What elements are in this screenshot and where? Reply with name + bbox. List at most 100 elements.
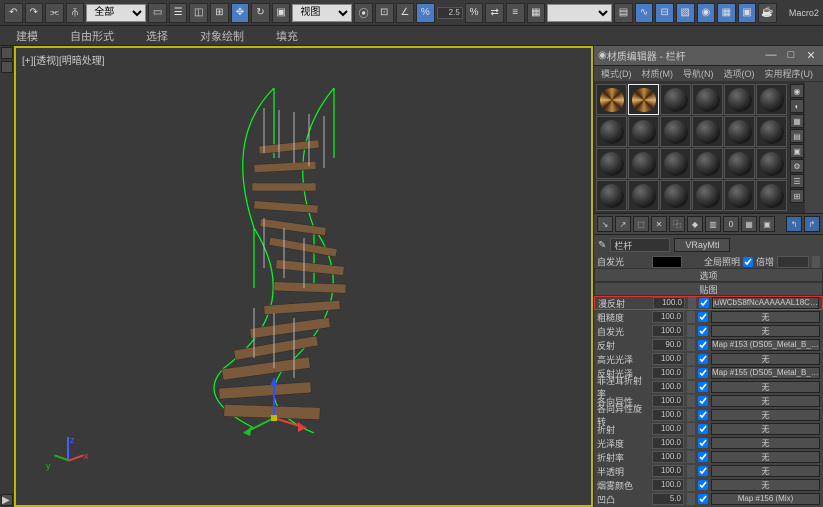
show-map-icon[interactable]: ▦ <box>741 216 757 232</box>
align-button[interactable]: ≡ <box>506 3 525 23</box>
param-map-button[interactable]: 无 <box>711 451 820 463</box>
param-value[interactable]: 5.0 <box>652 493 684 505</box>
sample-slot[interactable] <box>756 84 787 115</box>
window-button[interactable]: ⊞ <box>210 3 229 23</box>
param-map-button[interactable]: juWCbS8fNcAAAAAAL18Cs065.jpg) <box>712 297 819 309</box>
param-value[interactable]: 100.0 <box>652 423 684 435</box>
sample-slot[interactable] <box>596 180 627 211</box>
layers-button[interactable]: ▤ <box>614 3 633 23</box>
param-map-button[interactable]: Map #156 (Mix) <box>711 493 820 505</box>
put-mat-icon[interactable]: ↗ <box>615 216 631 232</box>
expand-icon[interactable] <box>1 47 13 59</box>
param-spinner[interactable] <box>687 311 695 323</box>
sample-slot[interactable] <box>628 84 659 115</box>
bg-icon[interactable]: ▦ <box>790 114 804 128</box>
param-value[interactable]: 100.0 <box>652 367 684 379</box>
sample-slot[interactable] <box>756 116 787 147</box>
param-spinner[interactable] <box>687 395 695 407</box>
param-value[interactable]: 100.0 <box>652 451 684 463</box>
sample-slot[interactable] <box>628 180 659 211</box>
param-checkbox[interactable] <box>698 424 708 434</box>
param-spinner[interactable] <box>687 409 695 421</box>
redo-button[interactable]: ↷ <box>25 3 44 23</box>
make-unique-icon[interactable]: ◆ <box>687 216 703 232</box>
select-icon[interactable]: ☰ <box>790 174 804 188</box>
param-map-button[interactable]: 无 <box>711 381 820 393</box>
mat-menu-nav[interactable]: 导航(N) <box>679 67 718 80</box>
link-button[interactable]: ⫘ <box>45 3 64 23</box>
sample-slot[interactable] <box>692 148 723 179</box>
param-checkbox[interactable] <box>698 326 708 336</box>
param-map-button[interactable]: Map #153 (DS05_Metal_B_R.jpg) <box>711 339 820 351</box>
graphite-button[interactable]: ▧ <box>676 3 695 23</box>
sample-slot[interactable] <box>628 148 659 179</box>
param-spinner[interactable] <box>688 297 696 309</box>
rollout-maps[interactable]: 贴图 <box>594 282 823 296</box>
param-spinner[interactable] <box>687 353 695 365</box>
param-spinner[interactable] <box>687 493 695 505</box>
tab-object-paint[interactable]: 对象绘制 <box>184 25 260 47</box>
mult-value[interactable] <box>777 256 809 268</box>
percent2-button[interactable]: % <box>465 3 484 23</box>
param-value[interactable]: 100.0 <box>652 409 684 421</box>
mat-menu-mode[interactable]: 模式(D) <box>597 67 636 80</box>
perspective-viewport[interactable]: [+][透视][明暗处理] <box>14 46 593 507</box>
sample-slot[interactable] <box>660 148 691 179</box>
gi-checkbox[interactable] <box>743 257 753 267</box>
param-spinner[interactable] <box>687 325 695 337</box>
slots-3x2-icon[interactable]: ⊞ <box>790 189 804 203</box>
tab-modeling[interactable]: 建模 <box>0 25 54 47</box>
mult-spinner[interactable] <box>812 256 820 268</box>
sample-slot[interactable] <box>660 84 691 115</box>
uv-icon[interactable]: ▤ <box>790 129 804 143</box>
go-forward-icon[interactable]: ↱ <box>804 216 820 232</box>
param-map-button[interactable]: 无 <box>711 423 820 435</box>
go-parent-icon[interactable]: ↰ <box>786 216 802 232</box>
material-name-input[interactable] <box>610 238 670 252</box>
param-map-button[interactable]: 无 <box>711 409 820 421</box>
param-checkbox[interactable] <box>698 312 708 322</box>
param-value[interactable]: 100.0 <box>652 465 684 477</box>
pivot-button[interactable]: ⦿ <box>354 3 373 23</box>
minimize-icon[interactable]: — <box>763 49 779 62</box>
ref-coord-dropdown[interactable]: 视图 <box>292 4 352 22</box>
sample-slot[interactable] <box>596 148 627 179</box>
move-button[interactable]: ✥ <box>231 3 250 23</box>
material-type-button[interactable]: VRayMtl <box>674 238 730 252</box>
viewport-label[interactable]: [+][透视][明暗处理] <box>22 52 105 67</box>
curve-editor-button[interactable]: ∿ <box>635 3 654 23</box>
param-map-button[interactable]: 无 <box>711 437 820 449</box>
mat-editor-button[interactable]: ◉ <box>697 3 716 23</box>
reset-icon[interactable]: ✕ <box>651 216 667 232</box>
param-checkbox[interactable] <box>698 480 708 490</box>
tab-selection[interactable]: 选择 <box>130 25 184 47</box>
named-sel-button[interactable]: ▦ <box>527 3 546 23</box>
mat-id-icon[interactable]: 0 <box>723 216 739 232</box>
param-checkbox[interactable] <box>698 494 708 504</box>
schematic-button[interactable]: ⊟ <box>655 3 674 23</box>
close-icon[interactable]: ✕ <box>803 49 819 62</box>
param-spinner[interactable] <box>687 479 695 491</box>
maximize-icon[interactable]: □ <box>783 49 799 62</box>
backlight-icon[interactable]: ◐ <box>790 99 804 113</box>
get-mat-icon[interactable]: ↘ <box>597 216 613 232</box>
expand2-icon[interactable] <box>1 61 13 73</box>
param-checkbox[interactable] <box>698 396 708 406</box>
undo-button[interactable]: ↶ <box>4 3 23 23</box>
region-button[interactable]: ◫ <box>189 3 208 23</box>
param-checkbox[interactable] <box>698 410 708 420</box>
mat-menu-options[interactable]: 选项(O) <box>720 67 759 80</box>
param-checkbox[interactable] <box>698 452 708 462</box>
make-copy-icon[interactable]: ⿻ <box>669 216 685 232</box>
sample-slot[interactable] <box>628 116 659 147</box>
scale-button[interactable]: ▣ <box>272 3 291 23</box>
param-map-button[interactable]: 无 <box>711 395 820 407</box>
param-map-button[interactable]: Map #155 (DS05_Metal_B_G.jpg) <box>711 367 820 379</box>
sample-slot[interactable] <box>692 180 723 211</box>
sample-slot[interactable] <box>724 148 755 179</box>
sample-slot[interactable] <box>692 84 723 115</box>
param-map-button[interactable]: 无 <box>711 479 820 491</box>
sample-slot[interactable] <box>660 116 691 147</box>
param-checkbox[interactable] <box>698 438 708 448</box>
param-checkbox[interactable] <box>699 298 709 308</box>
